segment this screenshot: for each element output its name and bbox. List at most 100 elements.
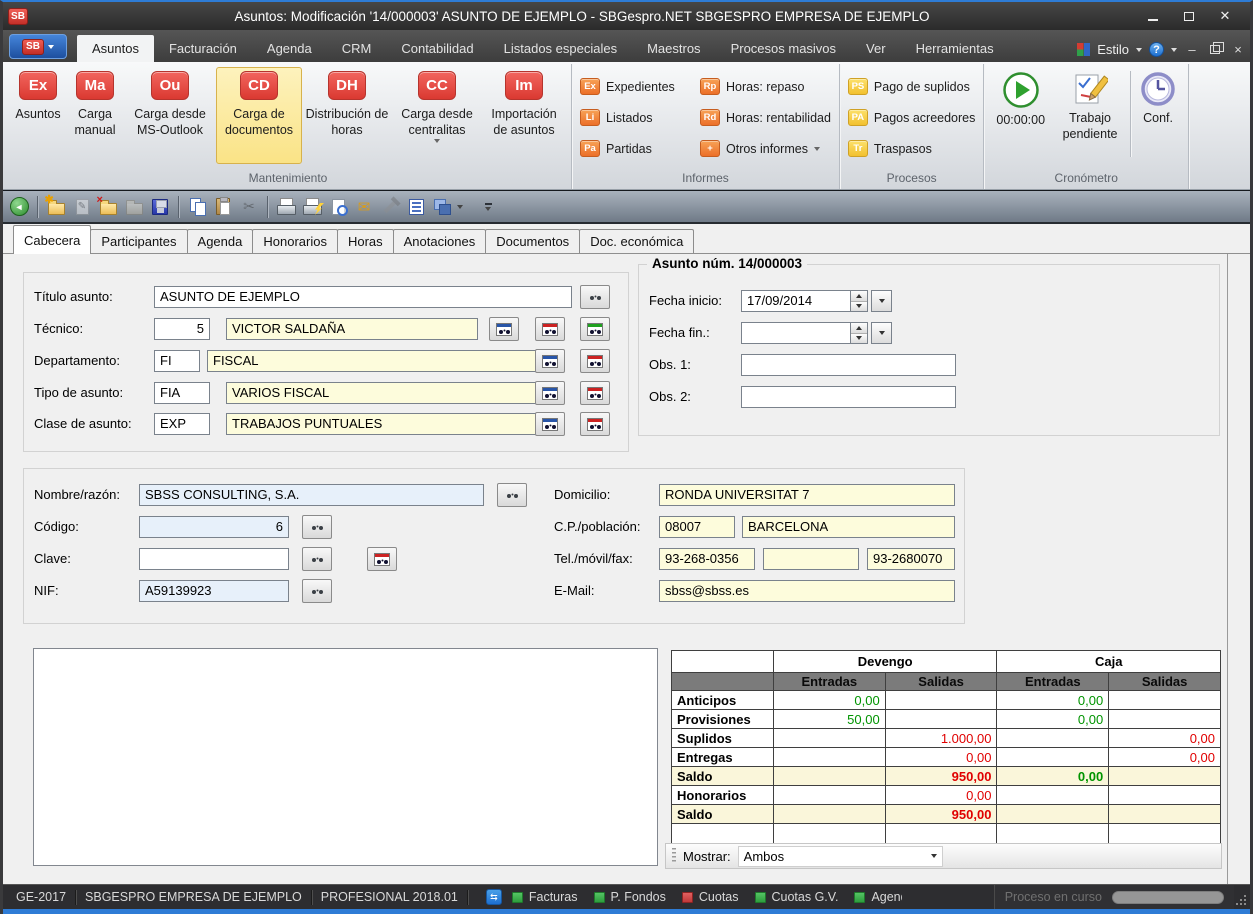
list-view-button[interactable] <box>405 196 427 218</box>
edit-record-button[interactable]: ✎ <box>71 196 93 218</box>
importacion-asuntos-button[interactable]: Im Importación de asuntos <box>482 67 566 164</box>
mdi-minimize-button[interactable]: – <box>1184 42 1200 57</box>
estilo-dropdown-icon[interactable] <box>1136 48 1142 52</box>
departamento-lookup-button[interactable] <box>535 349 565 373</box>
spin-down-button[interactable] <box>851 333 867 344</box>
tab-agenda[interactable]: Agenda <box>187 229 254 253</box>
indicator-facturas[interactable]: Facturas <box>512 890 578 904</box>
ribbon-tab-maestros[interactable]: Maestros <box>632 35 715 62</box>
tipo-asunto-code-input[interactable]: FIA <box>154 382 210 404</box>
clase-asunto-lookup-button[interactable] <box>535 412 565 436</box>
indicator-agenda[interactable]: Agenda <box>854 890 902 904</box>
indicator-cuotas-gv[interactable]: Cuotas G.V. <box>755 890 839 904</box>
new-record-button[interactable]: ✱ <box>45 196 67 218</box>
help-icon[interactable]: ? <box>1149 42 1164 57</box>
obs2-input[interactable] <box>741 386 956 408</box>
tecnico-name-field[interactable]: VICTOR SALDAÑA <box>226 318 478 340</box>
mdi-restore-button[interactable] <box>1207 42 1223 57</box>
ribbon-tab-ver[interactable]: Ver <box>851 35 901 62</box>
clave-lookup-red-button[interactable] <box>367 547 397 571</box>
titulo-input[interactable]: ASUNTO DE EJEMPLO <box>154 286 572 308</box>
copy-button[interactable] <box>186 196 208 218</box>
print-preview-button[interactable] <box>327 196 349 218</box>
listados-button[interactable]: Li Listados <box>577 107 689 128</box>
horas-rentabilidad-button[interactable]: Rd Horas: rentabilidad <box>697 107 834 128</box>
partidas-button[interactable]: Pa Partidas <box>577 138 689 159</box>
ribbon-tab-asuntos[interactable]: Asuntos <box>77 35 154 62</box>
quick-print-button[interactable] <box>301 196 323 218</box>
tipo-asunto-lookup-button[interactable] <box>535 381 565 405</box>
fecha-fin-input[interactable] <box>741 322 851 344</box>
expedientes-button[interactable]: Ex Expedientes <box>577 76 689 97</box>
fecha-inicio-calendar-button[interactable] <box>871 290 892 312</box>
windows-dropdown-icon[interactable] <box>457 205 463 209</box>
tab-documentos[interactable]: Documentos <box>485 229 580 253</box>
clase-asunto-code-input[interactable]: EXP <box>154 413 210 435</box>
clave-lookup-button[interactable] <box>302 547 332 571</box>
asuntos-button[interactable]: Ex Asuntos <box>10 67 66 164</box>
horas-repaso-button[interactable]: Rp Horas: repaso <box>697 76 834 97</box>
otros-informes-button[interactable]: + Otros informes <box>697 138 834 159</box>
clase-asunto-name-field[interactable]: TRABAJOS PUNTUALES <box>226 413 544 435</box>
application-menu-button[interactable]: SB <box>9 34 67 59</box>
indicator-cuotas[interactable]: Cuotas <box>682 890 739 904</box>
tipo-asunto-name-field[interactable]: VARIOS FISCAL <box>226 382 544 404</box>
tab-horas[interactable]: Horas <box>337 229 394 253</box>
paste-button[interactable] <box>212 196 234 218</box>
trabajo-pendiente-button[interactable]: Trabajo pendiente <box>1052 71 1128 143</box>
departamento-lookup-red-button[interactable] <box>580 349 610 373</box>
tab-participantes[interactable]: Participantes <box>90 229 187 253</box>
design-button[interactable] <box>379 196 401 218</box>
titulo-lookup-button[interactable] <box>580 285 610 309</box>
cronometro-conf-button[interactable]: Conf. <box>1133 71 1183 126</box>
estilo-button[interactable]: Estilo <box>1097 42 1129 57</box>
tab-doc-economica[interactable]: Doc. económica <box>579 229 694 253</box>
carga-centralitas-button[interactable]: CC Carga desde centralitas <box>392 67 482 164</box>
nombre-input[interactable]: SBSS CONSULTING, S.A. <box>139 484 484 506</box>
close-button[interactable]: ✕ <box>1208 5 1242 27</box>
tab-honorarios[interactable]: Honorarios <box>252 229 338 253</box>
ribbon-tab-procesos-masivos[interactable]: Procesos masivos <box>716 35 851 62</box>
tecnico-lookup-red-button[interactable] <box>535 317 565 341</box>
drag-grip-icon[interactable] <box>672 848 676 864</box>
resize-grip[interactable] <box>1234 885 1250 909</box>
toolbar-overflow-button[interactable] <box>477 196 499 218</box>
maximize-button[interactable] <box>1172 5 1206 27</box>
tab-anotaciones[interactable]: Anotaciones <box>393 229 487 253</box>
tab-cabecera[interactable]: Cabecera <box>13 225 91 254</box>
pagos-acreedores-button[interactable]: PA Pagos acreedores <box>845 107 978 128</box>
ribbon-tab-listados-especiales[interactable]: Listados especiales <box>489 35 632 62</box>
indicator-p-fondos[interactable]: P. Fondos <box>594 890 666 904</box>
mdi-close-button[interactable]: × <box>1230 42 1246 57</box>
nif-input[interactable]: A59139923 <box>139 580 289 602</box>
distribucion-horas-button[interactable]: DH Distribución de horas <box>302 67 392 164</box>
obs1-input[interactable] <box>741 354 956 376</box>
cp-input[interactable]: 08007 <box>659 516 735 538</box>
tecnico-lookup-button[interactable] <box>489 317 519 341</box>
delete-record-button[interactable]: × <box>97 196 119 218</box>
spin-down-button[interactable] <box>851 301 867 312</box>
spin-up-button[interactable] <box>851 323 867 333</box>
clase-asunto-lookup-red-button[interactable] <box>580 412 610 436</box>
email-input[interactable]: sbss@sbss.es <box>659 580 955 602</box>
fecha-inicio-input[interactable]: 17/09/2014 <box>741 290 851 312</box>
undo-record-button[interactable] <box>123 196 145 218</box>
help-dropdown-icon[interactable] <box>1171 48 1177 52</box>
remote-support-icon[interactable]: ⇆ <box>486 889 502 905</box>
clave-input[interactable] <box>139 548 289 570</box>
carga-ms-outlook-button[interactable]: Ou Carga desde MS-Outlook <box>124 67 216 164</box>
fax-input[interactable]: 93-2680070 <box>867 548 955 570</box>
cut-button[interactable]: ✂ <box>238 196 260 218</box>
ribbon-tab-facturacion[interactable]: Facturación <box>154 35 252 62</box>
departamento-code-input[interactable]: FI <box>154 350 200 372</box>
cronometro-start-button[interactable]: 00:00:00 <box>989 71 1052 128</box>
back-button[interactable]: ◄ <box>8 196 30 218</box>
print-button[interactable] <box>275 196 297 218</box>
tipo-asunto-lookup-red-button[interactable] <box>580 381 610 405</box>
ribbon-tab-agenda[interactable]: Agenda <box>252 35 327 62</box>
telefono-input[interactable]: 93-268-0356 <box>659 548 755 570</box>
spin-up-button[interactable] <box>851 291 867 301</box>
ribbon-tab-contabilidad[interactable]: Contabilidad <box>386 35 488 62</box>
mostrar-select[interactable]: Ambos <box>738 846 943 867</box>
carga-documentos-button[interactable]: CD Carga de documentos <box>216 67 302 164</box>
